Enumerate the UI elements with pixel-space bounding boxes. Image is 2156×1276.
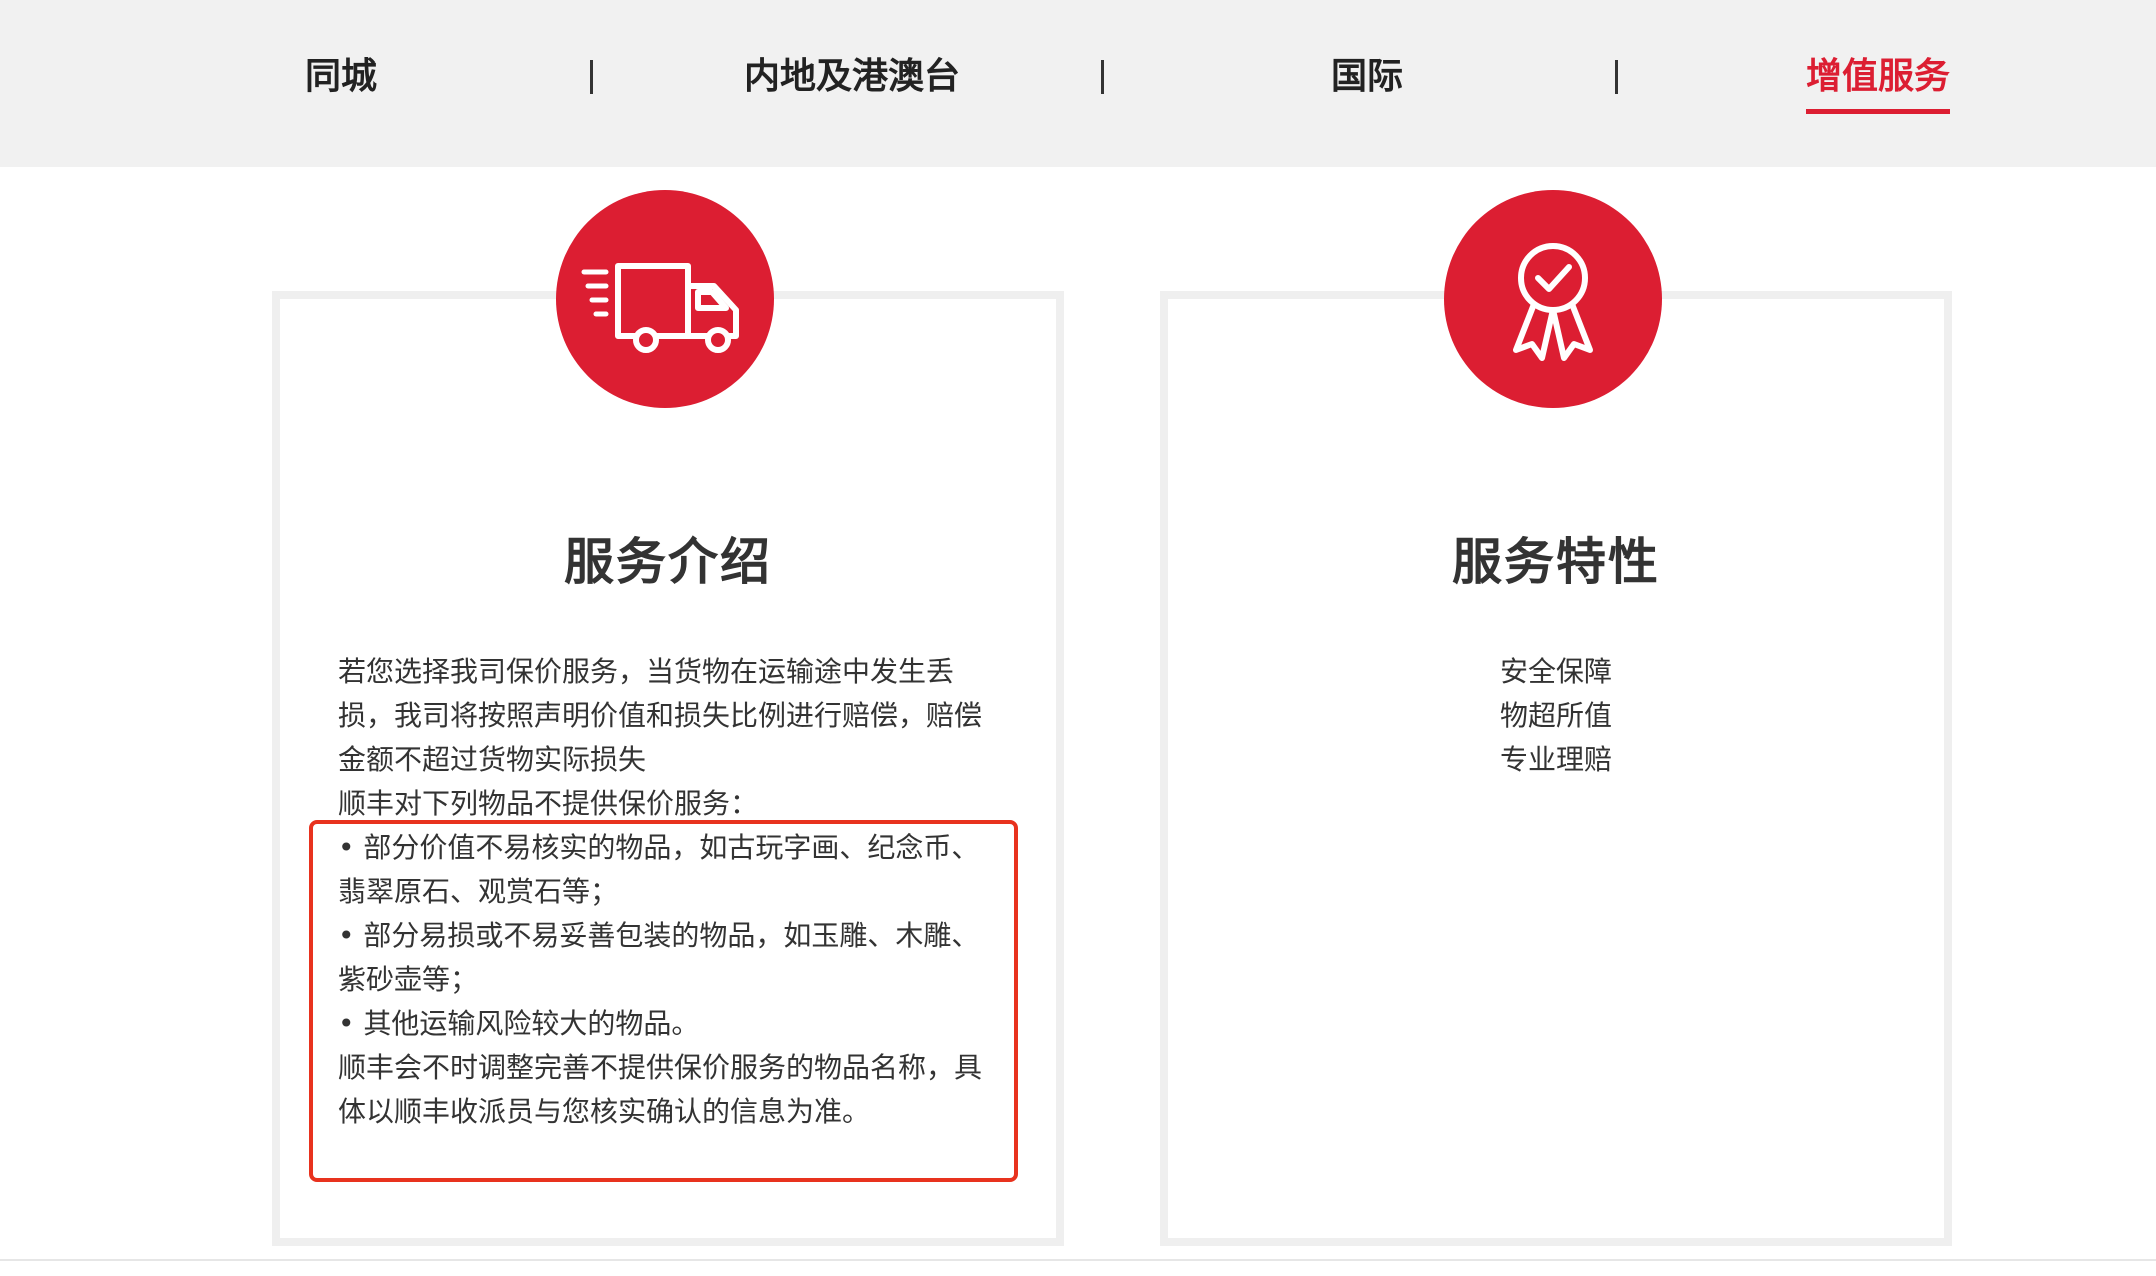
feature-item: 物超所值 bbox=[1499, 699, 1612, 732]
tab-label: 同城 bbox=[305, 56, 378, 97]
feature-item: 专业理赔 bbox=[1499, 743, 1612, 776]
service-intro-title: 服务介绍 bbox=[564, 533, 772, 591]
tab-divider bbox=[590, 60, 593, 94]
tab-international[interactable]: 国际 bbox=[1331, 50, 1404, 114]
intro-paragraph: 若您选择我司保价服务，当货物在运输途中发生丢损，我司将按照声明价值和损失比例进行… bbox=[338, 655, 983, 776]
service-features-title: 服务特性 bbox=[1452, 533, 1660, 591]
active-tab-underline bbox=[1806, 109, 1950, 114]
tab-label: 内地及港澳台 bbox=[744, 56, 961, 97]
page-divider bbox=[0, 1259, 2156, 1261]
service-features-list: 安全保障 物超所值 专业理赔 bbox=[1160, 650, 1952, 782]
tab-same-city[interactable]: 同城 bbox=[305, 50, 377, 114]
award-icon-badge bbox=[1444, 190, 1662, 408]
tab-value-added-services[interactable]: 增值服务 bbox=[1806, 50, 1950, 114]
highlight-annotation-box bbox=[309, 820, 1018, 1182]
feature-item: 安全保障 bbox=[1499, 655, 1612, 688]
top-nav: 同城 内地及港澳台 国际 增值服务 bbox=[0, 0, 2156, 167]
award-ribbon-icon bbox=[1513, 243, 1593, 361]
tab-label: 国际 bbox=[1331, 56, 1404, 97]
tab-label: 增值服务 bbox=[1806, 56, 1951, 97]
truck-icon-badge bbox=[556, 190, 774, 408]
tab-divider bbox=[1615, 60, 1618, 94]
tab-mainland-hk-macao-taiwan[interactable]: 内地及港澳台 bbox=[744, 50, 961, 114]
tab-divider bbox=[1101, 60, 1104, 94]
truck-icon bbox=[581, 263, 739, 353]
